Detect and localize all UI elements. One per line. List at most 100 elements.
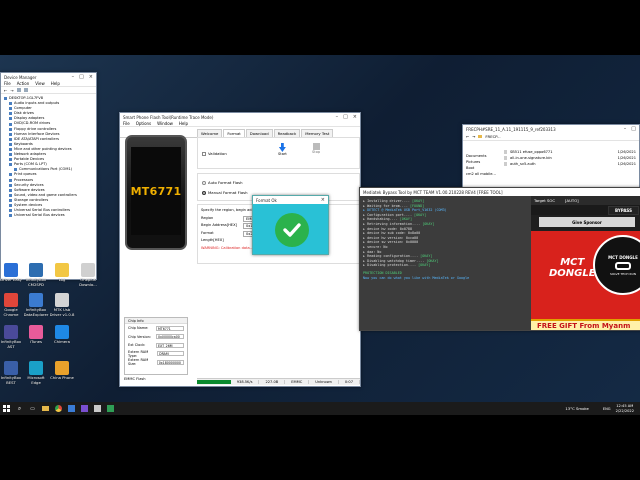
app-icon[interactable] <box>67 404 76 413</box>
back-icon[interactable]: ← <box>4 88 7 93</box>
forward-icon[interactable]: → <box>472 134 475 139</box>
toolbar-icon[interactable] <box>23 88 28 92</box>
language-indicator[interactable]: ENG <box>603 407 611 411</box>
checkbox-box[interactable] <box>202 151 206 156</box>
port-label: Unknown <box>309 380 339 384</box>
download-arrow-icon <box>278 143 286 152</box>
chip-info-label: Extern RAM Type: <box>128 349 149 358</box>
explorer-sidebar-item[interactable]: cm2 all mobile... <box>463 171 501 177</box>
minimize-icon[interactable]: – <box>72 74 75 80</box>
weather-widget[interactable]: 13°C Smoke <box>565 406 588 411</box>
address-bar[interactable]: ← → FRECP... <box>463 133 639 141</box>
app-icon <box>55 263 69 277</box>
minimize-icon[interactable]: – <box>336 114 339 120</box>
back-icon[interactable]: ← <box>466 134 469 139</box>
tree-item[interactable]: Universal Serial Bus devices <box>4 213 93 218</box>
file-row[interactable]: auth_sv5.auth 1/26/2021 <box>501 161 639 167</box>
app-icon <box>55 293 69 307</box>
file-explorer-icon[interactable] <box>41 404 50 413</box>
desktop-shortcut[interactable]: iTunes <box>22 325 50 345</box>
bypass-right-panel: Target SOC [AUTO] BYPASS Give Sponsor MC… <box>531 196 640 330</box>
desktop-shortcut[interactable]: Log <box>48 263 76 283</box>
menu-options[interactable]: Options <box>136 121 151 126</box>
desktop-shortcut[interactable]: InfinityBox DataExplorer <box>22 293 50 317</box>
mct-dongle-banner: MCT DONGLE MCT DONGLE SOLVE TECH RUN FRE… <box>531 231 640 330</box>
file-date: 1/26/2021 <box>617 150 636 154</box>
menu-help[interactable]: Help <box>51 81 60 86</box>
chrome-icon[interactable] <box>54 404 63 413</box>
banner-line1: MCT <box>560 257 585 268</box>
desktop-shortcut-label: Driver Easy <box>0 277 22 282</box>
tab-readback[interactable]: Readback <box>273 129 301 137</box>
window-title: Smart Phone Flash Tool(Runtime Trace Mod… <box>123 114 214 120</box>
app-icon[interactable] <box>106 404 115 413</box>
chip-info-value: DRAM <box>157 351 184 357</box>
minimize-icon[interactable]: – <box>624 126 627 132</box>
log-status: [OKAY] <box>399 217 412 222</box>
close-icon[interactable]: × <box>89 74 93 80</box>
breadcrumb[interactable]: FRECP... <box>485 134 500 139</box>
menu-action[interactable]: Action <box>17 81 30 86</box>
file-icon <box>504 156 507 160</box>
desktop-shortcut[interactable]: Chimera <box>48 325 76 345</box>
device-tree: DESKTOP-1GL7FV8 Audio inputs and outputs… <box>1 94 96 220</box>
tab-format[interactable]: Format <box>223 129 245 137</box>
desktop-shortcut[interactable]: MTK Usb Driver v1.0.8 <box>48 293 76 317</box>
clock[interactable]: 12:45 AM 2/22/2022 <box>616 404 634 413</box>
log-text: ► daa: No <box>363 249 382 254</box>
tab-download[interactable]: Download <box>245 129 273 137</box>
desktop: Device Manager – □ × File Action View Help… <box>0 55 640 415</box>
device-category-icon <box>9 147 12 151</box>
search-icon[interactable]: ⌕ <box>15 404 24 413</box>
forward-icon[interactable]: → <box>10 88 13 93</box>
chip-info-label: Extern RAM Size: <box>128 358 149 367</box>
desktop-shortcut[interactable]: China Phone <box>48 361 76 381</box>
give-sponsor-button[interactable]: Give Sponsor <box>572 220 602 225</box>
file-icon <box>504 150 507 154</box>
auto-format-radio[interactable]: Auto Format Flash <box>202 180 359 185</box>
close-icon[interactable]: × <box>353 114 357 120</box>
menu-file[interactable]: File <box>123 121 130 126</box>
radio-circle-selected[interactable] <box>202 190 206 195</box>
desktop-shortcut[interactable]: Microsoft Edge <box>22 361 50 385</box>
toolbar-icon[interactable] <box>16 88 21 92</box>
menu-view[interactable]: View <box>35 81 45 86</box>
task-view-icon[interactable]: ▭ <box>28 404 37 413</box>
app-icon[interactable] <box>80 404 89 413</box>
stop-button[interactable]: Stop <box>312 143 320 154</box>
flash-tool-titlebar: Smart Phone Flash Tool(Runtime Trace Mod… <box>120 113 360 121</box>
maximize-icon[interactable]: □ <box>631 126 636 132</box>
explorer-titlebar: FRECPH#SRE_11_A.11_191115_9_ref203313 – □ <box>463 125 639 133</box>
desktop-shortcut-label: iTunes <box>30 339 42 344</box>
maximize-icon[interactable]: □ <box>343 114 348 120</box>
log-status: [OKAY] <box>422 221 435 226</box>
maximize-icon[interactable]: □ <box>79 74 84 80</box>
menu-help[interactable]: Help <box>179 121 188 126</box>
desktop-shortcut[interactable]: InfinityBox CM2SPD <box>22 263 50 287</box>
radio-circle[interactable] <box>202 180 206 185</box>
log-text: ► Disabling protection.... <box>363 263 419 268</box>
folder-icon <box>478 135 483 138</box>
chip-info-label: Ext Clock: <box>128 343 146 348</box>
log-text: ► device hw code: 0x0788 <box>363 226 412 231</box>
start-button[interactable]: Start <box>278 143 287 156</box>
app-icon[interactable] <box>93 404 102 413</box>
validation-checkbox[interactable]: Validation <box>202 151 227 156</box>
app-icon <box>4 263 18 277</box>
menu-window[interactable]: Window <box>157 121 173 126</box>
chip-info-row: Chip Version: 0x00000ca00 <box>125 333 187 342</box>
target-soc-select[interactable]: [AUTO] <box>565 198 579 203</box>
tab-welcome[interactable]: Welcome <box>197 129 223 137</box>
log-text: ► device sw version: 0x0000 <box>363 240 419 245</box>
bypass-button[interactable]: BYPASS <box>608 205 639 215</box>
menu-file[interactable]: File <box>4 81 11 86</box>
desktop-shortcut[interactable]: Oneplus Downlo... <box>74 263 102 287</box>
format-progress <box>197 380 231 384</box>
checkmark-icon <box>274 213 309 247</box>
tab-memory-test[interactable]: Memory Test <box>301 129 334 137</box>
log-text: ► Configuration port.... <box>363 212 415 217</box>
emmc-flash-tab[interactable]: EMMC Flash <box>124 377 146 381</box>
close-icon[interactable]: × <box>321 197 325 203</box>
windows-start-icon[interactable] <box>2 404 11 413</box>
phone-illustration: MT6771 <box>125 135 187 250</box>
